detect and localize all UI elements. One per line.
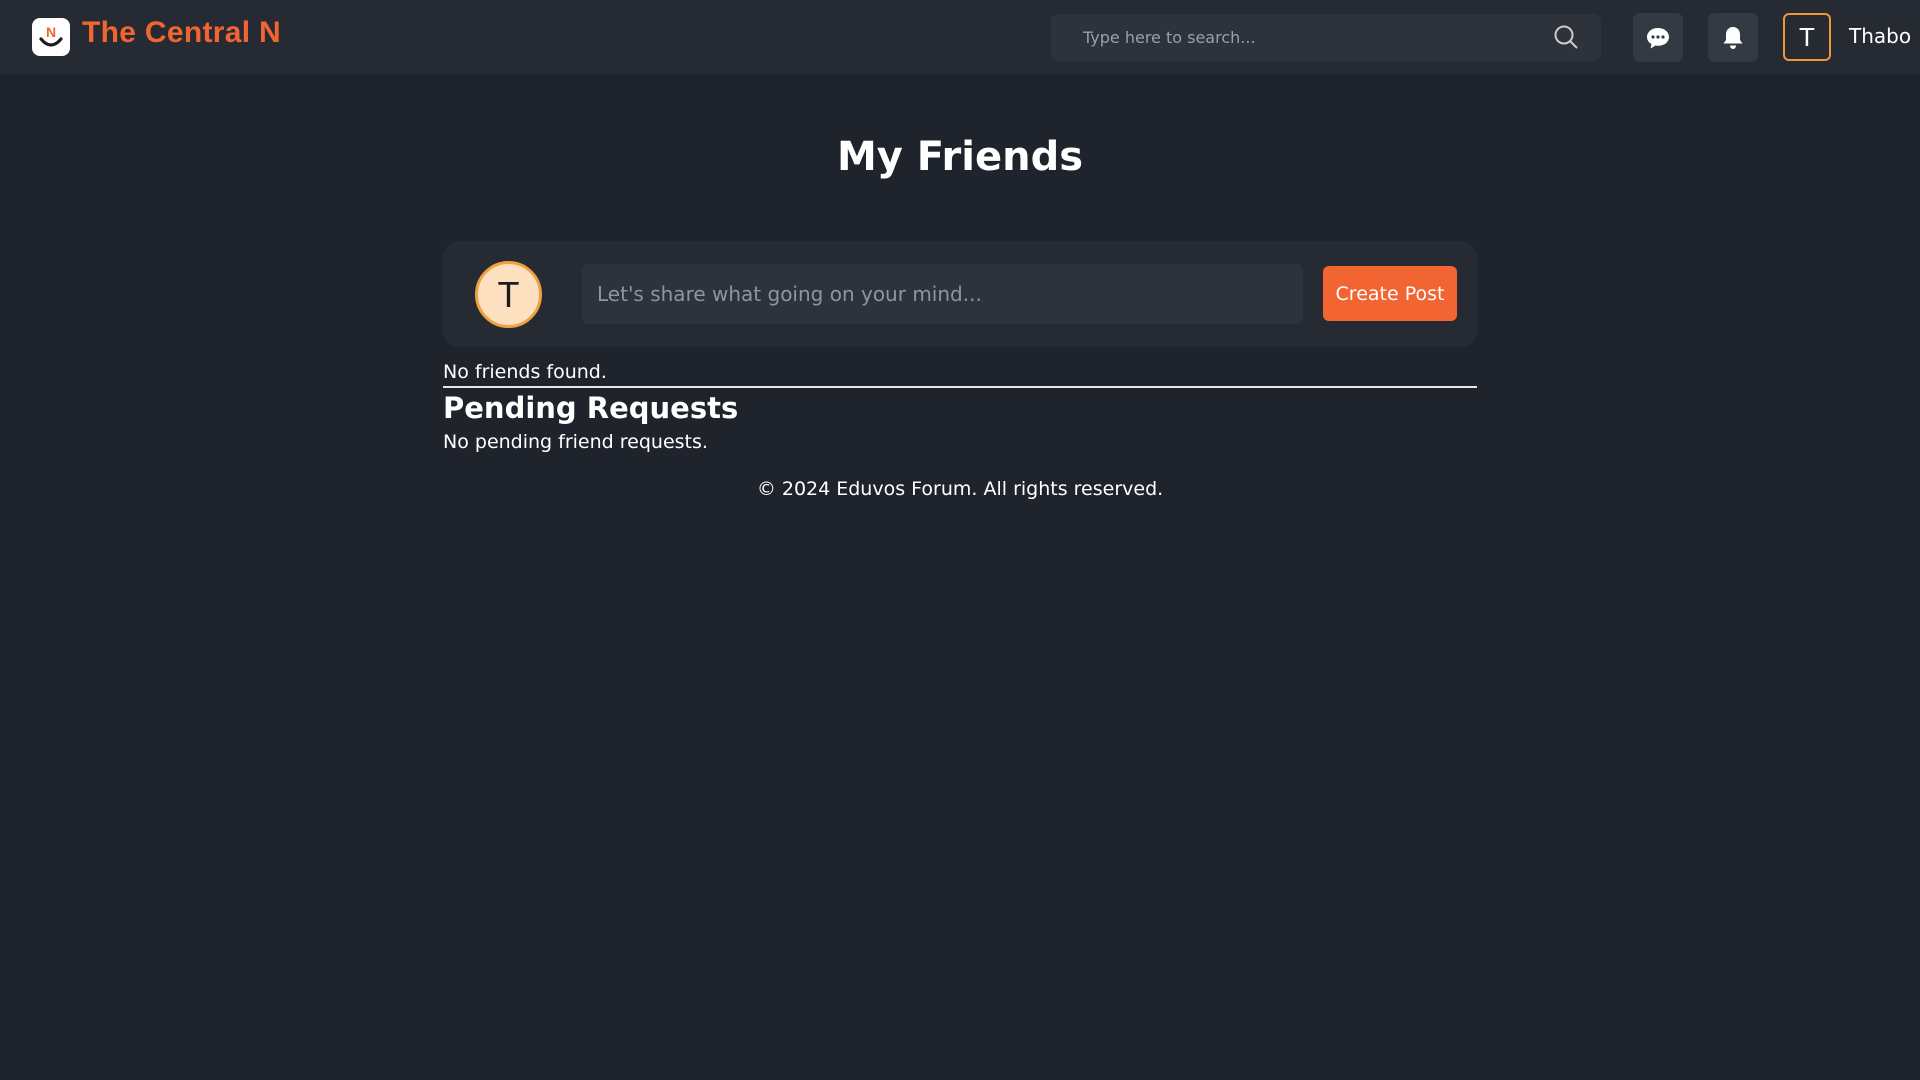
search-input[interactable] — [1051, 14, 1601, 61]
search-icon[interactable] — [1553, 24, 1579, 50]
user-avatar[interactable]: T — [1783, 13, 1831, 61]
chat-bubble-icon — [1647, 27, 1669, 48]
avatar: T — [475, 261, 542, 328]
footer-copyright: © 2024 Eduvos Forum. All rights reserved… — [756, 478, 1164, 500]
top-navigation-bar: N The Central N T Thabo — [0, 0, 1920, 74]
search-bar — [1051, 14, 1601, 61]
logo[interactable]: N — [32, 18, 70, 56]
pending-requests-heading: Pending Requests — [443, 391, 739, 425]
logo-icon: N — [39, 24, 63, 47]
bell-icon — [1723, 26, 1743, 49]
notifications-button[interactable] — [1708, 13, 1758, 62]
divider — [443, 386, 1477, 388]
page-title: My Friends — [836, 134, 1084, 180]
pending-empty-message: No pending friend requests. — [443, 431, 708, 453]
svg-text:N: N — [46, 24, 56, 40]
messages-button[interactable] — [1633, 13, 1683, 62]
create-post-button[interactable]: Create Post — [1323, 266, 1457, 321]
post-input[interactable] — [582, 264, 1303, 324]
user-name[interactable]: Thabo — [1849, 24, 1911, 48]
brand-name[interactable]: The Central N — [82, 16, 281, 50]
friends-empty-message: No friends found. — [443, 361, 607, 383]
post-composer: T Create Post — [443, 241, 1477, 347]
